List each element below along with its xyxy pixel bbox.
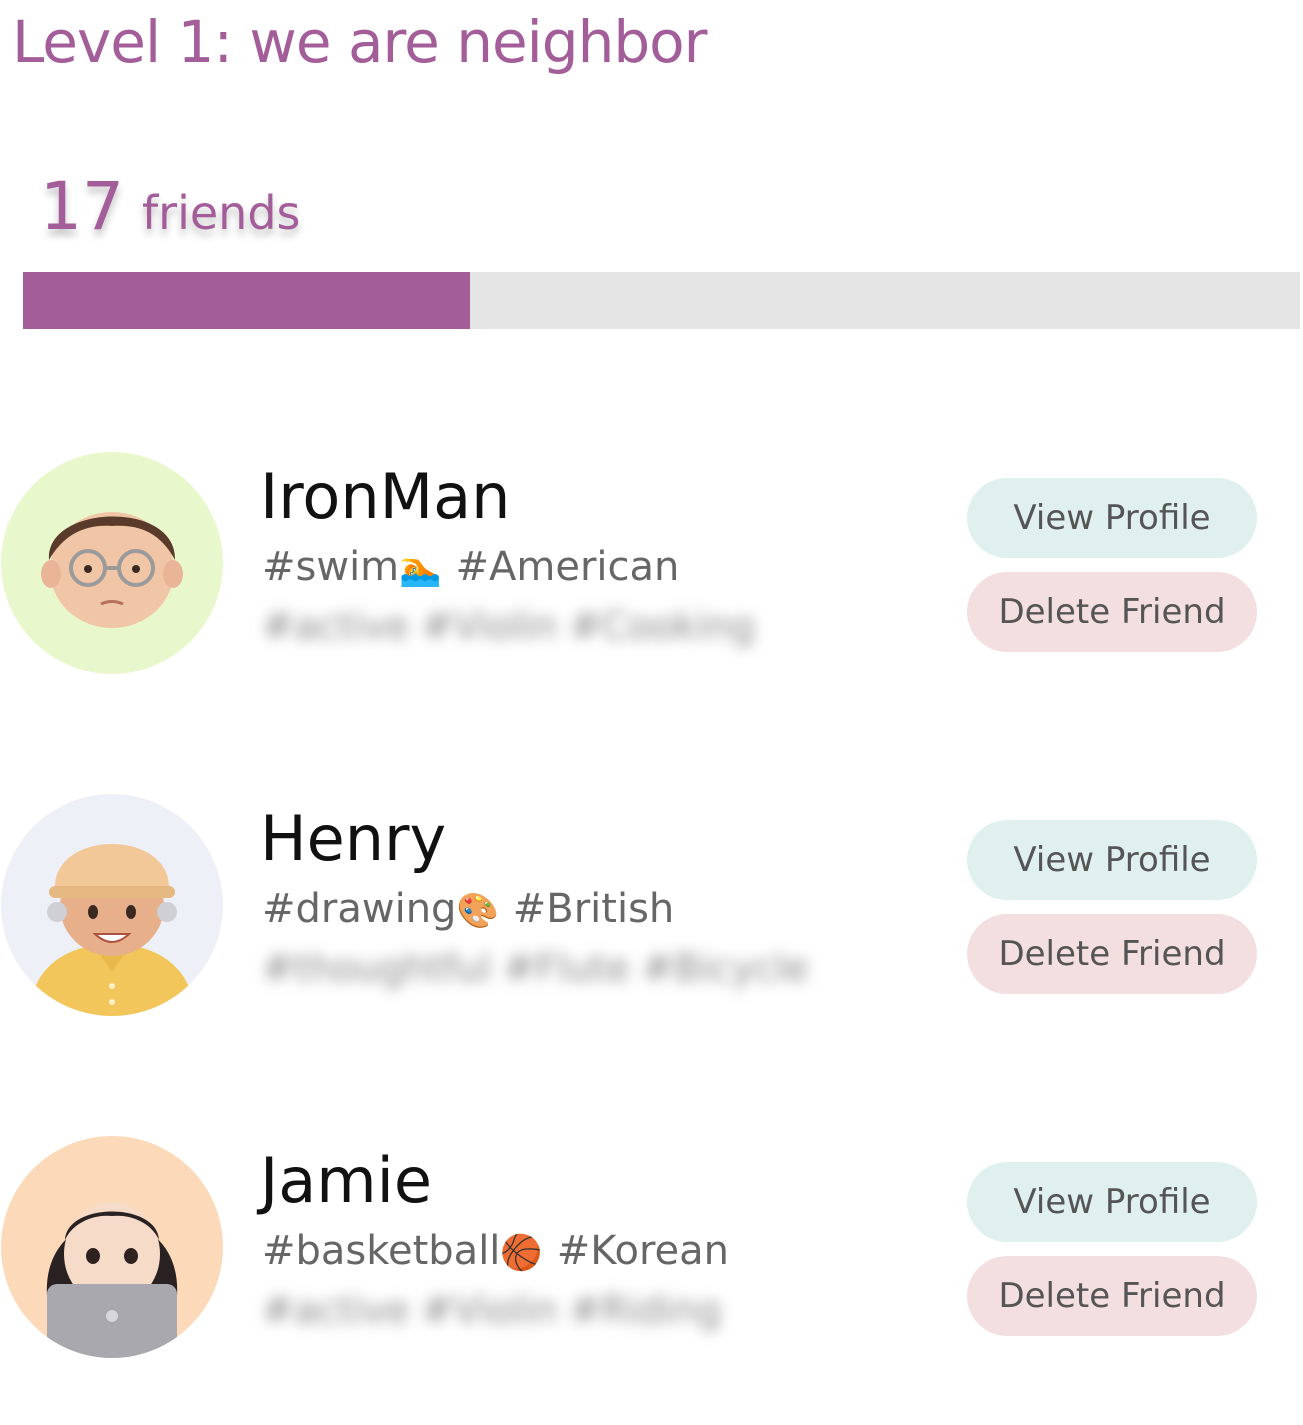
palette-icon: 🎨 — [456, 891, 499, 931]
view-profile-button[interactable]: View Profile — [967, 1162, 1257, 1242]
friend-name: Henry — [260, 802, 447, 875]
level-progress-fill — [23, 272, 470, 329]
delete-friend-button[interactable]: Delete Friend — [967, 914, 1257, 994]
hobby-tag: #swim — [262, 544, 400, 590]
level-progress-bar — [23, 272, 1300, 329]
friend-tags: #drawing🎨 #British — [262, 886, 674, 932]
view-profile-button[interactable]: View Profile — [967, 820, 1257, 900]
delete-friend-button[interactable]: Delete Friend — [967, 1256, 1257, 1336]
friend-count-number: 17 — [40, 168, 124, 245]
friend-count-label: friends — [141, 186, 301, 240]
avatar[interactable] — [1, 794, 223, 1016]
blurred-tags: #active #Violin #Riding — [262, 1288, 722, 1332]
friend-card: Jamie #basketball🏀 #Korean #active #Violi… — [0, 1136, 1303, 1360]
memoji-laptop-icon — [1, 1136, 223, 1358]
blurred-tags: #active #Violin #Cooking — [262, 604, 756, 648]
delete-friend-button[interactable]: Delete Friend — [967, 572, 1257, 652]
memoji-cap-icon — [1, 794, 223, 1016]
nationality-tag: #Korean — [556, 1228, 730, 1274]
friend-count: 17 friends — [40, 168, 301, 245]
blurred-tags: #thoughtful #Flute #Bicycle — [262, 946, 809, 990]
basketball-icon: 🏀 — [500, 1233, 543, 1273]
nationality-tag: #American — [455, 544, 680, 590]
avatar[interactable] — [1, 1136, 223, 1358]
level-title: Level 1: we are neighbor — [12, 8, 707, 76]
friend-card: Henry #drawing🎨 #British #thoughtful #Flu… — [0, 794, 1303, 1018]
memoji-glasses-icon — [1, 452, 223, 674]
friend-card: IronMan #swim🏊 #American #active #Violin … — [0, 452, 1303, 676]
hobby-tag: #drawing — [262, 886, 457, 932]
hobby-tag: #basketball — [262, 1228, 501, 1274]
view-profile-button[interactable]: View Profile — [967, 478, 1257, 558]
friend-name: IronMan — [260, 460, 511, 533]
friend-name: Jamie — [260, 1144, 433, 1217]
friend-tags: #basketball🏀 #Korean — [262, 1228, 729, 1274]
swim-icon: 🏊 — [399, 549, 442, 589]
nationality-tag: #British — [512, 886, 675, 932]
avatar[interactable] — [1, 452, 223, 674]
friend-tags: #swim🏊 #American — [262, 544, 679, 590]
